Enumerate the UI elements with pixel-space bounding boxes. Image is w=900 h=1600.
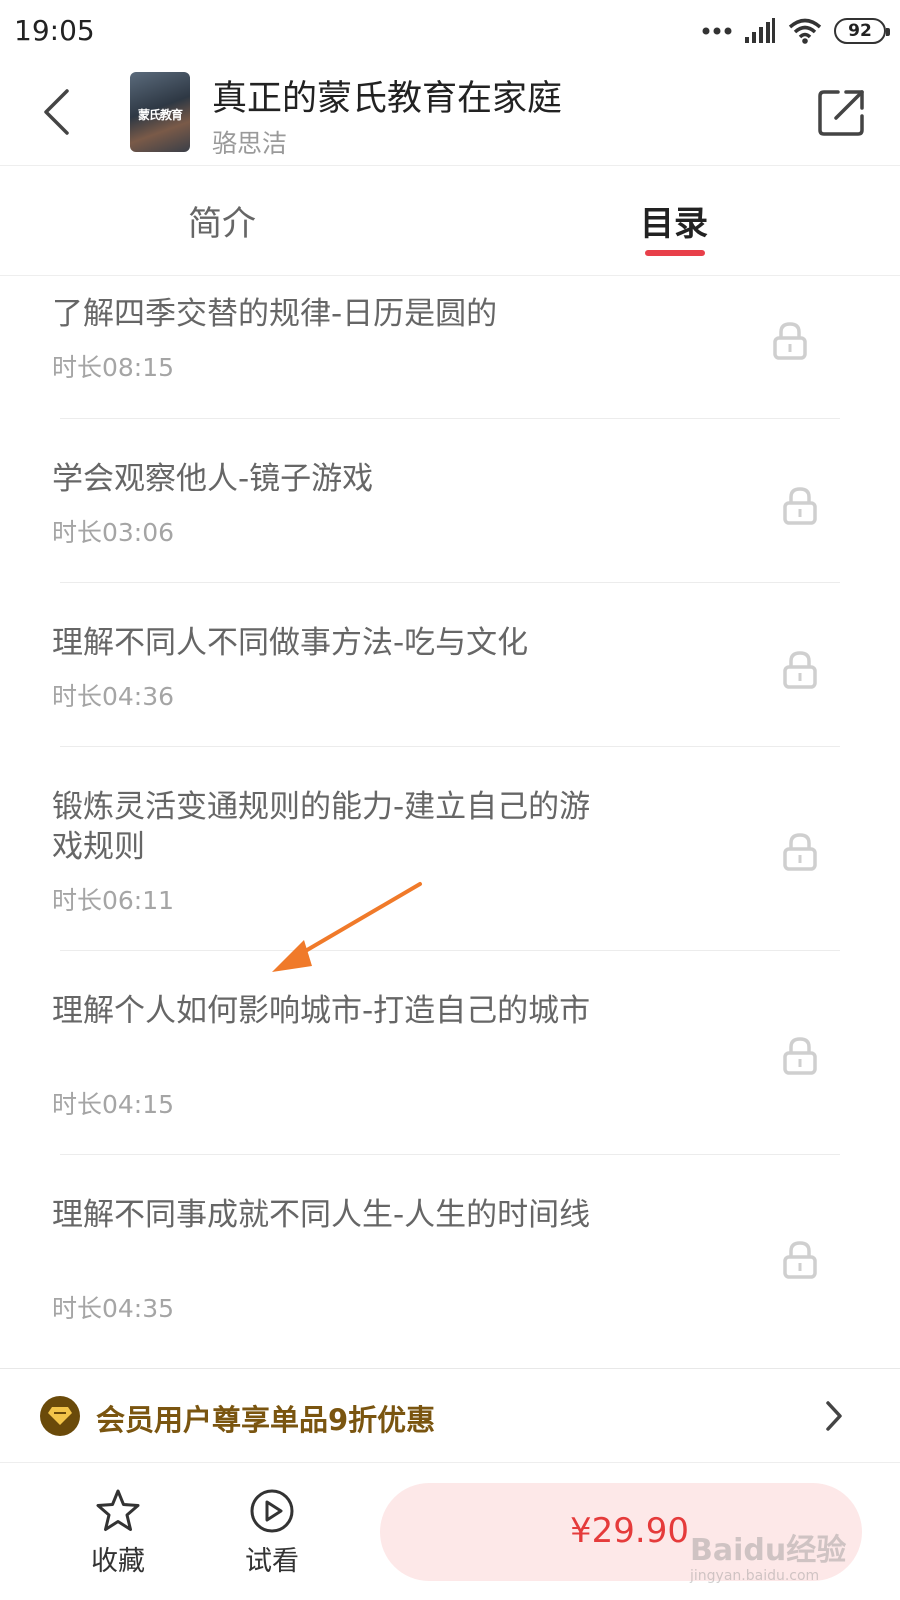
active-tab-indicator: [645, 250, 705, 256]
annotation-arrow-icon: [272, 882, 422, 972]
lock-icon: [783, 1241, 817, 1279]
cover-text: 蒙氏教育: [137, 108, 183, 122]
lesson-duration: 时长04:35: [52, 1294, 175, 1323]
lesson-duration: 时长08:15: [52, 353, 175, 382]
page-title: 真正的蒙氏教育在家庭: [212, 79, 563, 119]
status-icons: 92: [702, 16, 890, 46]
lesson-duration: 时长06:11: [52, 886, 175, 915]
battery-indicator: 92: [834, 18, 890, 44]
watermark-url: jingyan.baidu.com: [690, 1568, 820, 1584]
more-dots-icon: [702, 27, 732, 35]
list-item[interactable]: 了解四季交替的规律-日历是圆的 时长08:15: [0, 276, 900, 419]
lock-icon: [783, 833, 817, 871]
share-icon: [818, 90, 864, 136]
member-discount-text: 会员用户尊享单品9折优惠: [96, 1403, 436, 1437]
lesson-duration: 时长04:36: [52, 682, 175, 711]
header: 蒙氏教育 真正的蒙氏教育在家庭 骆思洁: [0, 62, 900, 166]
list-item[interactable]: 锻炼灵活变通规则的能力-建立自己的游戏规则 时长06:11: [0, 747, 900, 951]
lesson-title: 理解不同人不同做事方法-吃与文化: [52, 625, 529, 661]
lesson-list[interactable]: 了解四季交替的规律-日历是圆的 时长08:15 学会观察他人-镜子游戏 时长03…: [0, 276, 900, 1368]
list-item[interactable]: 理解不同人不同做事方法-吃与文化 时长04:36: [0, 583, 900, 747]
tab-catalog[interactable]: 目录: [640, 196, 708, 245]
tab-intro[interactable]: 简介: [188, 196, 256, 245]
lock-icon: [773, 322, 807, 360]
star-icon: [96, 1489, 140, 1531]
favorite-label: 收藏: [91, 1546, 145, 1577]
chevron-left-icon: [44, 89, 69, 135]
lock-icon: [783, 651, 817, 689]
lesson-title: 理解不同事成就不同人生-人生的时间线: [52, 1197, 591, 1233]
list-item[interactable]: 学会观察他人-镜子游戏 时长03:06: [0, 419, 900, 583]
lesson-title: 了解四季交替的规律-日历是圆的: [52, 296, 498, 332]
list-item[interactable]: 理解个人如何影响城市-打造自己的城市 时长04:15: [0, 951, 900, 1155]
status-bar: 19:05 92: [0, 0, 900, 62]
chevron-right-icon: [826, 1401, 842, 1431]
author-name: 骆思洁: [212, 129, 288, 158]
lesson-title: 锻炼灵活变通规则的能力-建立自己的游戏规则: [52, 789, 591, 865]
back-button[interactable]: [26, 80, 86, 144]
status-time: 19:05: [14, 14, 95, 47]
preview-label: 试看: [245, 1546, 299, 1577]
share-button[interactable]: [814, 84, 870, 140]
tab-bar: 简介 目录: [0, 166, 900, 276]
signal-icon: [745, 18, 775, 43]
price-label: ¥29.90: [570, 1511, 689, 1551]
lock-icon: [783, 487, 817, 525]
lesson-duration: 时长03:06: [52, 518, 175, 547]
book-cover[interactable]: 蒙氏教育: [130, 72, 190, 152]
lesson-title: 理解个人如何影响城市-打造自己的城市: [52, 993, 591, 1029]
play-circle-icon: [250, 1489, 294, 1533]
list-item[interactable]: 理解不同事成就不同人生-人生的时间线 时长04:35: [0, 1155, 900, 1368]
favorite-button[interactable]: 收藏: [78, 1487, 158, 1578]
member-discount-bar[interactable]: 会员用户尊享单品9折优惠: [0, 1368, 900, 1462]
vip-badge-icon: [40, 1396, 80, 1436]
preview-button[interactable]: 试看: [232, 1487, 312, 1578]
lesson-duration: 时长04:15: [52, 1090, 175, 1119]
lock-icon: [783, 1037, 817, 1075]
lesson-title: 学会观察他人-镜子游戏: [52, 461, 374, 497]
wifi-icon: [788, 18, 822, 44]
watermark: Baidu经验: [690, 1533, 847, 1568]
